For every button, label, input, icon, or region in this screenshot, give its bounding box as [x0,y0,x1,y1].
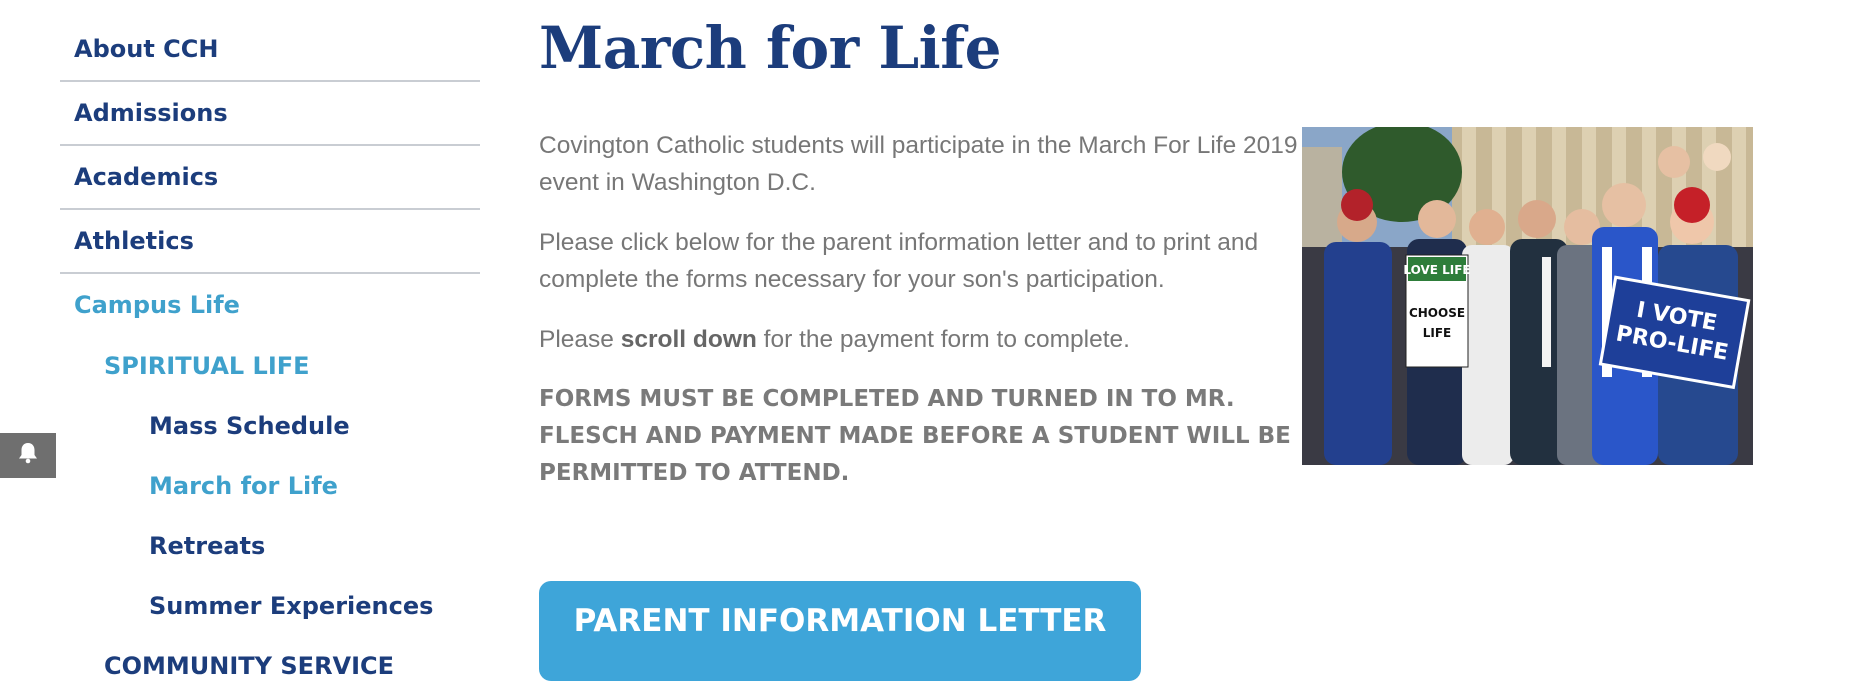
cta-label: PARENT INFORMATION LETTER [573,603,1107,639]
intro-paragraph: Covington Catholic students will partici… [539,132,1298,196]
march-photo: LOVE LIFE CHOOSE LIFE I VOTE PRO-LIFE [1302,127,1753,465]
choose-text: CHOOSE [1409,306,1465,320]
scroll-prefix: Please [539,326,621,353]
article-body: Covington Catholic students will partici… [539,127,1299,515]
bell-icon [17,441,39,470]
sidebar-item-summer-experiences[interactable]: Summer Experiences [60,576,480,636]
forms-warning: FORMS MUST BE COMPLETED AND TURNED IN TO… [539,386,1291,486]
love-life-sign: LOVE LIFE CHOOSE LIFE [1403,254,1471,368]
sidebar-item-campus-life[interactable]: Campus Life [60,274,480,336]
scroll-suffix: for the payment form to complete. [756,326,1130,353]
page-title: March for Life [539,14,1002,82]
sidebar-nav: About CCH Admissions Academics Athletics… [60,18,480,696]
sidebar-item-march-for-life[interactable]: March for Life [60,456,480,516]
notification-button[interactable] [0,433,56,478]
sidebar-item-about[interactable]: About CCH [60,18,480,82]
life-text: LIFE [1423,326,1452,340]
sidebar-item-academics[interactable]: Academics [60,146,480,210]
instructions-paragraph: Please click below for the parent inform… [539,229,1259,293]
sidebar-item-mass-schedule[interactable]: Mass Schedule [60,396,480,456]
parent-information-letter-button[interactable]: PARENT INFORMATION LETTER [539,581,1141,681]
sidebar-item-retreats[interactable]: Retreats [60,516,480,576]
love-life-text: LOVE LIFE [1403,263,1470,277]
scroll-paragraph: Please scroll down for the payment form … [539,321,1299,358]
sidebar-item-spiritual-life[interactable]: SPIRITUAL LIFE [60,336,480,396]
sidebar-item-athletics[interactable]: Athletics [60,210,480,274]
sidebar-item-admissions[interactable]: Admissions [60,82,480,146]
scroll-down-emphasis: scroll down [620,326,757,353]
sidebar-item-community-service[interactable]: COMMUNITY SERVICE [60,636,480,696]
